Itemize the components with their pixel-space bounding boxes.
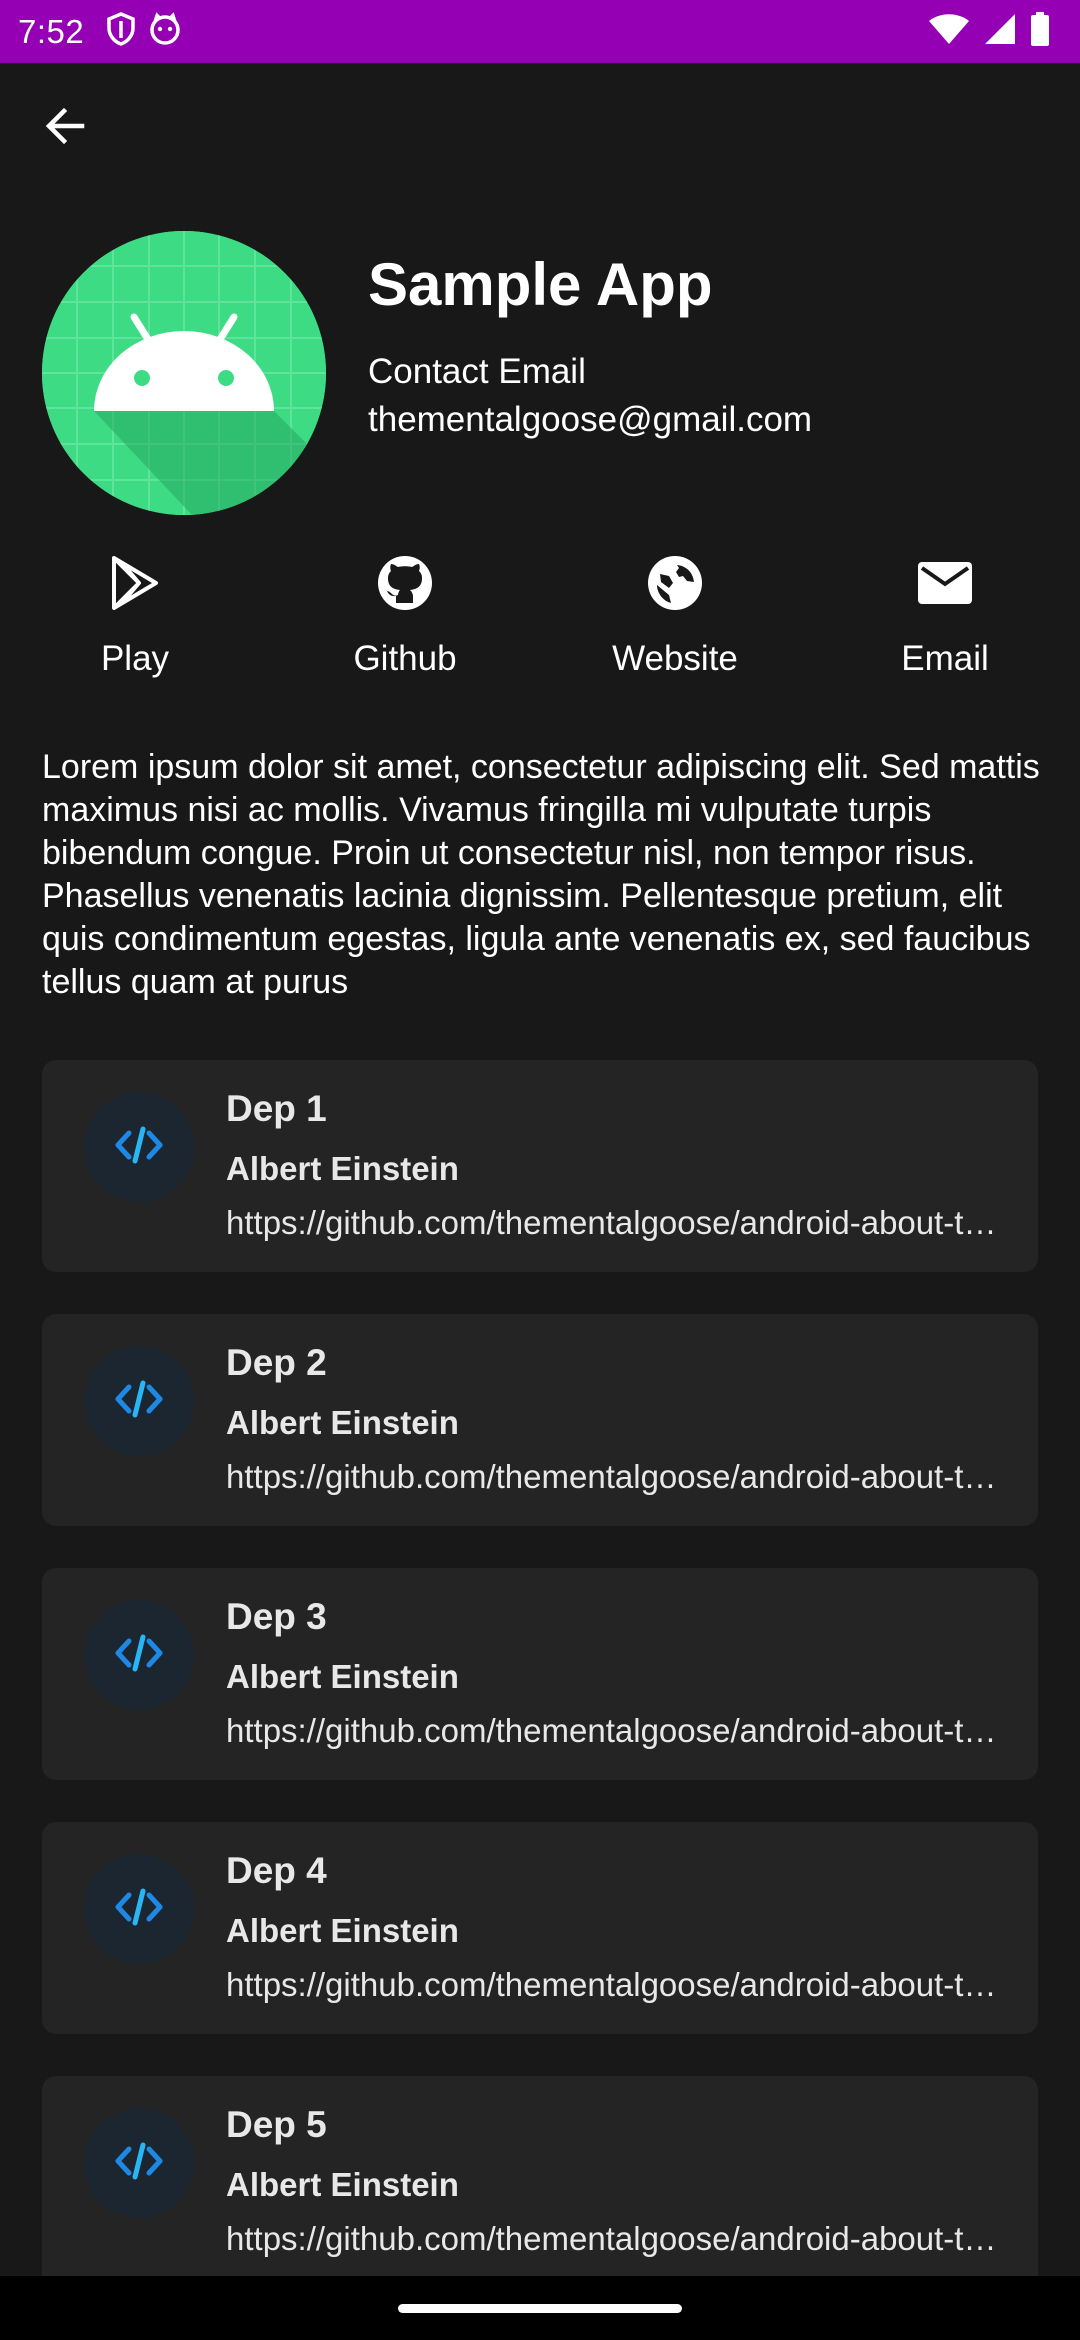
cellular-icon bbox=[984, 13, 1016, 50]
dependency-name: Dep 5 bbox=[226, 2104, 327, 2145]
navigation-bar bbox=[0, 2276, 1080, 2340]
dependency-avatar bbox=[84, 1854, 194, 1964]
dependency-author: Albert Einstein bbox=[226, 1404, 459, 1441]
github-icon bbox=[375, 553, 435, 613]
dependency-url[interactable]: https://github.com/thementalgoose/androi… bbox=[226, 1204, 1006, 1242]
home-gesture-handle[interactable] bbox=[398, 2304, 682, 2313]
dependency-author: Albert Einstein bbox=[226, 1912, 459, 1949]
dependency-card[interactable]: Dep 5 Albert Einstein https://github.com… bbox=[42, 2076, 1038, 2288]
dependency-avatar bbox=[84, 1600, 194, 1710]
dependency-card[interactable]: Dep 2 Albert Einstein https://github.com… bbox=[42, 1314, 1038, 1526]
dependency-card[interactable]: Dep 4 Albert Einstein https://github.com… bbox=[42, 1822, 1038, 2034]
dependency-name: Dep 2 bbox=[226, 1342, 327, 1383]
dependency-card[interactable]: Dep 3 Albert Einstein https://github.com… bbox=[42, 1568, 1038, 1780]
code-icon bbox=[115, 1633, 163, 1678]
play-button[interactable]: Play bbox=[0, 553, 270, 693]
play-label: Play bbox=[100, 639, 170, 678]
github-label: Github bbox=[353, 639, 457, 678]
about-screen: 7:52 Sample App Contact Email thementalg… bbox=[0, 0, 1080, 2340]
app-name: Sample App bbox=[368, 251, 713, 318]
dependency-url[interactable]: https://github.com/thementalgoose/androi… bbox=[226, 1458, 1006, 1496]
dependency-author: Albert Einstein bbox=[226, 1150, 459, 1187]
play-store-icon bbox=[105, 553, 165, 613]
contact-email-value[interactable]: thementalgoose@gmail.com bbox=[368, 400, 812, 440]
dependency-name: Dep 3 bbox=[226, 1596, 327, 1637]
dependency-list: Dep 1 Albert Einstein https://github.com… bbox=[42, 1060, 1038, 2330]
back-button[interactable] bbox=[36, 100, 92, 156]
dependency-avatar bbox=[84, 2108, 194, 2218]
shield-icon bbox=[106, 12, 136, 51]
website-button[interactable]: Website bbox=[540, 553, 810, 693]
github-button[interactable]: Github bbox=[270, 553, 540, 693]
dependency-url[interactable]: https://github.com/thementalgoose/androi… bbox=[226, 1712, 1006, 1750]
code-icon bbox=[115, 1379, 163, 1424]
code-icon bbox=[115, 1125, 163, 1170]
dependency-author: Albert Einstein bbox=[226, 1658, 459, 1695]
arrow-back-icon bbox=[42, 104, 86, 153]
status-left-icons bbox=[106, 12, 182, 51]
status-time: 7:52 bbox=[18, 12, 85, 50]
dependency-name: Dep 4 bbox=[226, 1850, 327, 1891]
app-description: Lorem ipsum dolor sit amet, consectetur … bbox=[42, 748, 1040, 1001]
dependency-name: Dep 1 bbox=[226, 1088, 327, 1129]
dependency-url[interactable]: https://github.com/thementalgoose/androi… bbox=[226, 2220, 1006, 2258]
dependency-avatar bbox=[84, 1092, 194, 1202]
contact-email-label: Contact Email bbox=[368, 352, 586, 391]
dependency-avatar bbox=[84, 1346, 194, 1456]
code-icon bbox=[115, 2141, 163, 2186]
app-icon bbox=[42, 231, 326, 515]
code-icon bbox=[115, 1887, 163, 1932]
dependency-url[interactable]: https://github.com/thementalgoose/androi… bbox=[226, 1966, 1006, 2004]
wifi-icon bbox=[928, 13, 970, 50]
android-logo-icon bbox=[42, 231, 326, 515]
email-button[interactable]: Email bbox=[810, 553, 1080, 693]
email-label: Email bbox=[901, 639, 989, 678]
globe-icon bbox=[645, 553, 705, 613]
email-icon bbox=[915, 553, 975, 613]
website-label: Website bbox=[612, 639, 738, 678]
cat-notification-icon bbox=[148, 12, 182, 51]
battery-icon bbox=[1030, 12, 1050, 51]
link-actions: Play Github Website Email bbox=[0, 553, 1080, 693]
status-bar: 7:52 bbox=[0, 0, 1080, 63]
dependency-author: Albert Einstein bbox=[226, 2166, 459, 2203]
dependency-card[interactable]: Dep 1 Albert Einstein https://github.com… bbox=[42, 1060, 1038, 1272]
status-right-icons bbox=[928, 0, 1050, 63]
